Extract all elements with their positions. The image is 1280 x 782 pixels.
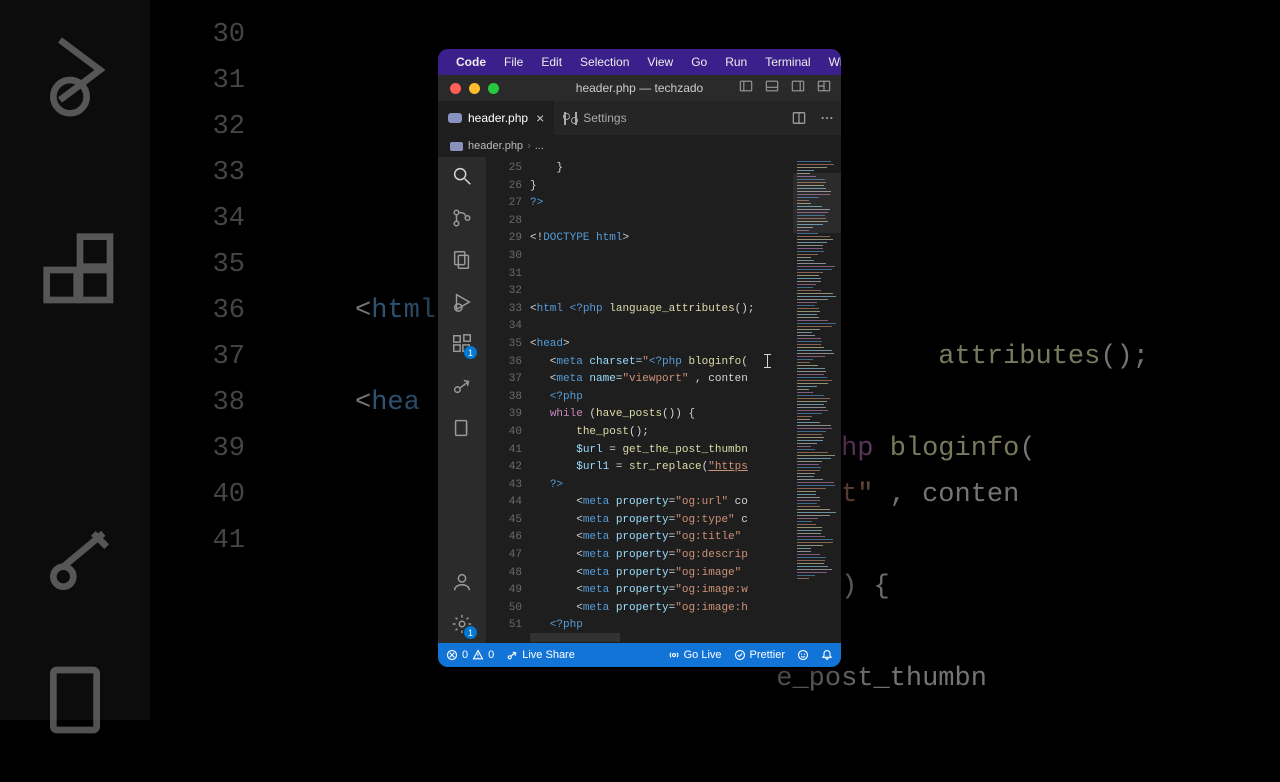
menu-wi[interactable]: Wi xyxy=(829,55,841,69)
status-feedback-icon[interactable] xyxy=(797,649,809,661)
menu-file[interactable]: File xyxy=(504,55,523,69)
tab-label: header.php xyxy=(468,111,528,125)
tab-settings[interactable]: Settings xyxy=(554,101,636,135)
minimap[interactable] xyxy=(793,157,841,643)
horizontal-scrollbar[interactable] xyxy=(530,633,793,643)
window-zoom-button[interactable] xyxy=(488,83,499,94)
line-number-gutter: 2526272829303132333435363738394041424344… xyxy=(486,157,530,643)
status-go-live[interactable]: Go Live xyxy=(668,649,722,661)
editor-tabs: header.php × Settings xyxy=(438,101,841,135)
more-actions-icon[interactable] xyxy=(813,104,841,132)
extensions-icon[interactable]: 1 xyxy=(449,331,475,357)
run-debug-icon[interactable] xyxy=(449,289,475,315)
menu-selection[interactable]: Selection xyxy=(580,55,629,69)
status-problems[interactable]: 0 0 xyxy=(446,649,494,661)
accounts-icon[interactable] xyxy=(449,569,475,595)
activity-bar: 1 1 xyxy=(438,157,486,643)
tab-header-php[interactable]: header.php × xyxy=(438,101,554,135)
vscode-window: Code File Edit Selection View Go Run Terminal Wi… xyxy=(438,49,841,667)
extensions-badge: 1 xyxy=(464,346,477,359)
window-close-button[interactable] xyxy=(450,83,461,94)
crumb-file: header.php xyxy=(468,140,523,152)
window-minimize-button[interactable] xyxy=(469,83,480,94)
titlebar: header.php — techzado xyxy=(438,75,841,101)
explorer-icon[interactable] xyxy=(449,247,475,273)
php-file-icon xyxy=(448,113,462,123)
tab-label: Settings xyxy=(583,111,626,125)
status-live-share[interactable]: Live Share xyxy=(506,649,575,661)
menu-run[interactable]: Run xyxy=(725,55,747,69)
menu-view[interactable]: View xyxy=(647,55,673,69)
toggle-panel-bottom-icon[interactable] xyxy=(765,79,779,98)
split-editor-icon[interactable] xyxy=(785,104,813,132)
toggle-panel-left-icon[interactable] xyxy=(739,79,753,98)
manage-badge: 1 xyxy=(464,626,477,639)
search-icon[interactable] xyxy=(449,163,475,189)
notes-icon[interactable] xyxy=(449,415,475,441)
crumb-rest: ... xyxy=(535,140,544,152)
code-content[interactable]: }}?> <!DOCTYPE html> <html <?php languag… xyxy=(530,160,793,635)
status-bar: 0 0 Live Share Go Live Prettier xyxy=(438,643,841,667)
menu-edit[interactable]: Edit xyxy=(541,55,562,69)
text-cursor-icon xyxy=(762,354,774,368)
settings-icon xyxy=(564,112,577,125)
php-file-icon xyxy=(450,142,463,151)
customize-layout-icon[interactable] xyxy=(817,79,831,98)
menu-terminal[interactable]: Terminal xyxy=(765,55,810,69)
menubar: Code File Edit Selection View Go Run Terminal Wi xyxy=(438,49,841,75)
toggle-panel-right-icon[interactable] xyxy=(791,79,805,98)
breadcrumb[interactable]: header.php › ... xyxy=(438,135,841,157)
menu-go[interactable]: Go xyxy=(691,55,707,69)
manage-gear-icon[interactable]: 1 xyxy=(449,611,475,637)
editor[interactable]: 2526272829303132333435363738394041424344… xyxy=(486,157,841,643)
menu-code[interactable]: Code xyxy=(456,55,486,69)
tab-close-icon[interactable]: × xyxy=(536,110,544,126)
status-prettier[interactable]: Prettier xyxy=(734,649,785,661)
source-control-icon[interactable] xyxy=(449,205,475,231)
status-bell-icon[interactable] xyxy=(821,649,833,661)
live-share-icon[interactable] xyxy=(449,373,475,399)
